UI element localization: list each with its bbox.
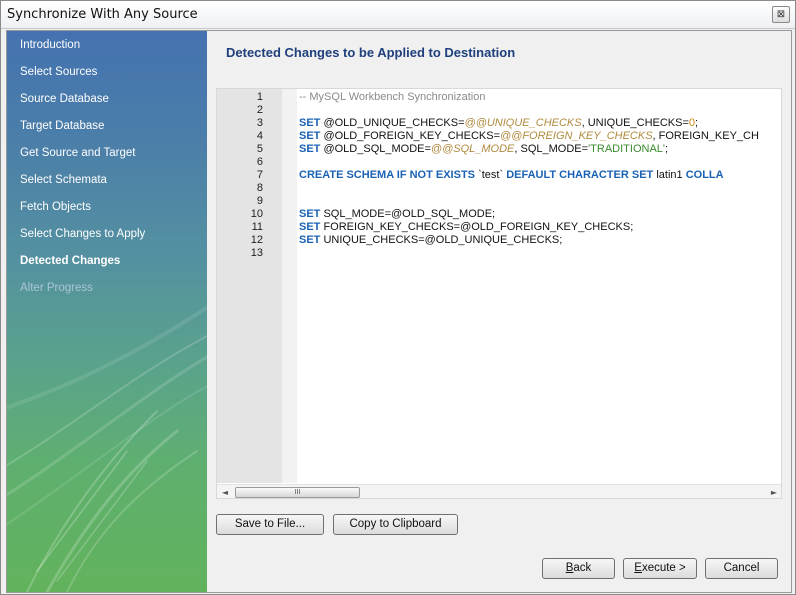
code-line: SET FOREIGN_KEY_CHECKS=@OLD_FOREIGN_KEY_…: [299, 221, 634, 233]
sidebar-item-get-source-target: Get Source and Target: [20, 147, 136, 159]
code-line: -- MySQL Workbench Synchronization: [299, 91, 486, 103]
sql-editor[interactable]: 1 2 3 4 5 6 7 8 9 10 11 12 13 -- MySQL W…: [216, 88, 782, 499]
line-number: 13: [250, 247, 263, 259]
wizard-window: Synchronize With Any Source ⊠ Introducti…: [0, 0, 796, 595]
line-number: 11: [251, 221, 263, 233]
execute-button[interactable]: Execute >: [623, 558, 697, 579]
line-number: 10: [250, 208, 263, 220]
line-number: 7: [256, 169, 263, 181]
sidebar-item-fetch-objects: Fetch Objects: [20, 201, 91, 213]
code-line: SET SQL_MODE=@OLD_SQL_MODE;: [299, 208, 496, 220]
wizard-sidebar: Introduction Select Sources Source Datab…: [7, 31, 207, 592]
line-number: 8: [256, 182, 263, 194]
line-number: 1: [256, 91, 263, 103]
line-number: 2: [256, 104, 263, 116]
line-number: 3: [256, 117, 263, 129]
scroll-left-icon[interactable]: ◄: [219, 486, 231, 498]
code-line: SET @OLD_FOREIGN_KEY_CHECKS=@@FOREIGN_KE…: [299, 130, 759, 142]
line-number: 5: [256, 143, 263, 155]
copy-to-clipboard-button[interactable]: Copy to Clipboard: [333, 514, 458, 535]
main-panel: Detected Changes to be Applied to Destin…: [207, 31, 791, 592]
horizontal-scrollbar[interactable]: ◄ III ►: [217, 484, 781, 498]
page-title: Detected Changes to be Applied to Destin…: [226, 45, 516, 60]
line-number: 9: [256, 195, 263, 207]
sidebar-item-detected-changes: Detected Changes: [20, 255, 121, 267]
code-line: SET @OLD_SQL_MODE=@@SQL_MODE, SQL_MODE='…: [299, 143, 669, 155]
sidebar-item-select-changes: Select Changes to Apply: [20, 228, 146, 240]
sidebar-item-select-sources: Select Sources: [20, 66, 98, 78]
sidebar-item-introduction: Introduction: [20, 39, 81, 51]
sidebar-item-target-database: Target Database: [20, 120, 105, 132]
line-number: 4: [256, 130, 263, 142]
code-line: SET UNIQUE_CHECKS=@OLD_UNIQUE_CHECKS;: [299, 234, 563, 246]
sidebar-item-source-database: Source Database: [20, 93, 109, 105]
wizard-frame: Introduction Select Sources Source Datab…: [6, 30, 792, 593]
line-number: 12: [250, 234, 263, 246]
save-to-file-button[interactable]: Save to File...: [216, 514, 324, 535]
scrollbar-thumb[interactable]: III: [235, 487, 360, 498]
cancel-button[interactable]: Cancel: [705, 558, 778, 579]
sidebar-item-select-schemata: Select Schemata: [20, 174, 107, 186]
fold-margin: [282, 89, 297, 483]
sidebar-item-alter-progress: Alter Progress: [20, 282, 93, 294]
code-line: CREATE SCHEMA IF NOT EXISTS `test` DEFAU…: [299, 169, 724, 181]
code-line: SET @OLD_UNIQUE_CHECKS=@@UNIQUE_CHECKS, …: [299, 117, 699, 129]
sidebar-decoration: [7, 305, 207, 592]
scroll-right-icon[interactable]: ►: [768, 486, 780, 498]
line-number-gutter: 1 2 3 4 5 6 7 8 9 10 11 12 13: [217, 89, 282, 483]
back-button[interactable]: Back: [542, 558, 615, 579]
title-bar: Synchronize With Any Source ⊠: [1, 1, 795, 29]
window-title: Synchronize With Any Source: [7, 7, 198, 22]
line-number: 6: [256, 156, 263, 168]
close-icon: ⊠: [776, 9, 786, 20]
close-button[interactable]: ⊠: [772, 6, 790, 23]
